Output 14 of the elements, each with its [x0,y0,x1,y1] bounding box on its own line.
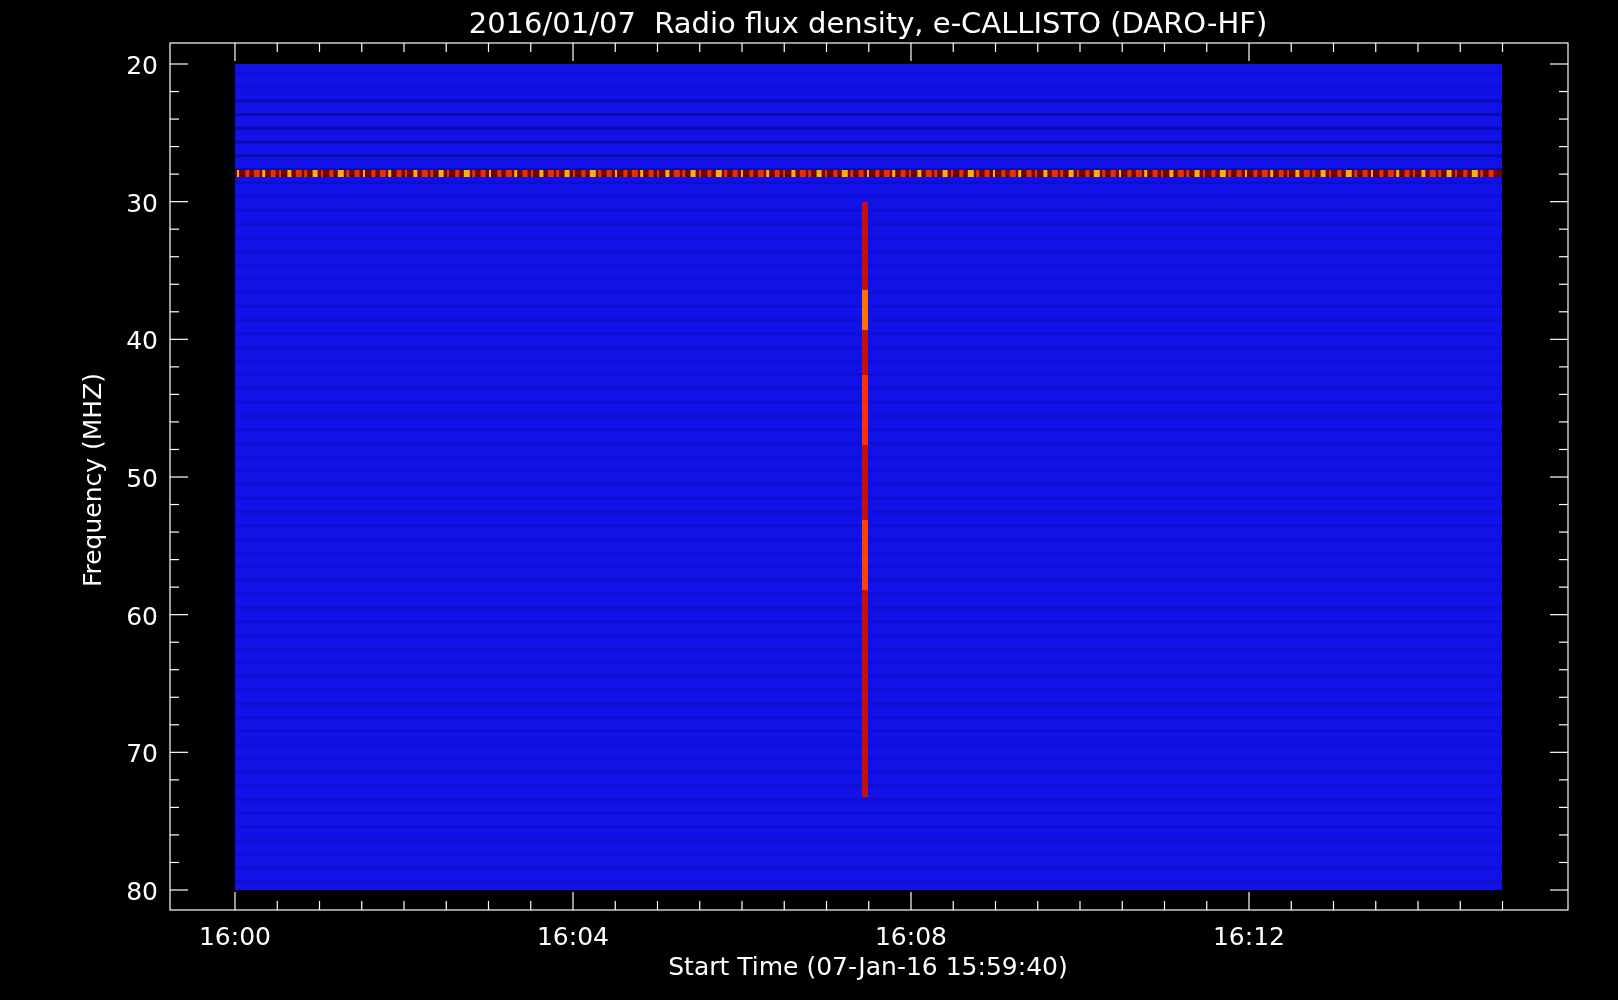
x-tick-label: 16:08 [875,922,947,951]
y-tick-label: 80 [126,877,158,906]
y-tick-label: 50 [126,464,158,493]
chart-title: 2016/01/07 Radio flux density, e-CALLISTO (DARO-HF) [468,6,1268,40]
x-tick-label: 16:12 [1213,922,1285,951]
x-axis-label: Start Time (07-Jan-16 15:59:40) [668,952,1068,981]
y-tick-label: 30 [126,188,158,218]
x-tick-label: 16:00 [199,922,271,951]
y-axis-label: Frequency (MHZ) [78,372,107,588]
y-tick-label: 70 [126,739,158,769]
x-tick-label: 16:04 [537,922,609,951]
y-tick-label: 20 [126,51,158,80]
y-tick-label: 40 [126,326,158,356]
y-tick-label: 60 [126,601,158,631]
